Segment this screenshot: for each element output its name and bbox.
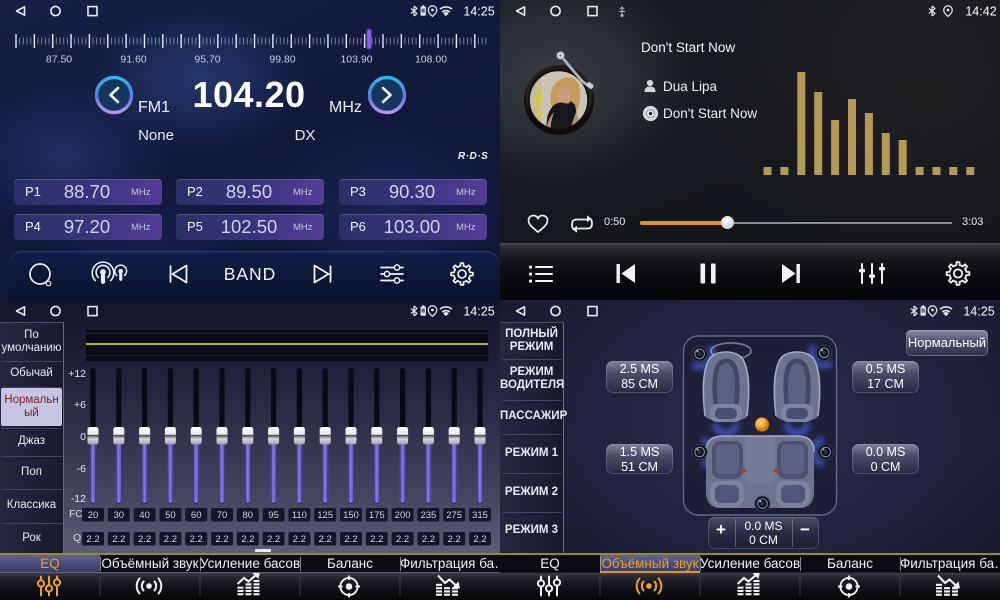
svg-text:2.2: 2.2 xyxy=(138,534,151,545)
svg-text:14:42: 14:42 xyxy=(965,5,996,19)
svg-text:80: 80 xyxy=(243,510,254,521)
svg-text:2.2: 2.2 xyxy=(86,534,99,545)
svg-text:2.2: 2.2 xyxy=(112,534,125,545)
svg-text:60: 60 xyxy=(191,510,202,521)
svg-text:50: 50 xyxy=(165,510,176,521)
svg-text:2.2: 2.2 xyxy=(190,534,203,545)
svg-text:110: 110 xyxy=(292,510,307,521)
svg-text:70: 70 xyxy=(217,510,228,521)
svg-text:2.2: 2.2 xyxy=(370,534,383,545)
svg-text:315: 315 xyxy=(472,510,488,521)
svg-text:235: 235 xyxy=(420,510,436,521)
svg-text:175: 175 xyxy=(369,510,385,521)
svg-text:14:25: 14:25 xyxy=(463,5,494,19)
svg-text:14:25: 14:25 xyxy=(463,305,494,319)
svg-text:87.50: 87.50 xyxy=(46,54,72,66)
svg-text:91.60: 91.60 xyxy=(120,54,146,66)
svg-text:2.2: 2.2 xyxy=(293,534,306,545)
svg-text:2.2: 2.2 xyxy=(473,534,486,545)
svg-text:2.2: 2.2 xyxy=(396,534,409,545)
svg-text:2.2: 2.2 xyxy=(319,534,332,545)
svg-text:103.90: 103.90 xyxy=(340,54,372,66)
svg-text:2.2: 2.2 xyxy=(215,534,228,545)
svg-text:200: 200 xyxy=(395,510,411,521)
svg-text:2.2: 2.2 xyxy=(164,534,177,545)
svg-text:275: 275 xyxy=(446,510,462,521)
svg-text:40: 40 xyxy=(139,510,150,521)
svg-text:2.2: 2.2 xyxy=(267,534,280,545)
svg-text:2.2: 2.2 xyxy=(422,534,435,545)
svg-text:125: 125 xyxy=(317,510,333,521)
svg-text:150: 150 xyxy=(343,510,359,521)
svg-text:20: 20 xyxy=(88,510,99,521)
svg-text:99.80: 99.80 xyxy=(269,54,295,66)
svg-text:BAND: BAND xyxy=(224,264,277,284)
svg-text:95: 95 xyxy=(268,510,279,521)
svg-text:14:25: 14:25 xyxy=(963,305,994,319)
svg-text:2.2: 2.2 xyxy=(448,534,461,545)
svg-text:95.70: 95.70 xyxy=(194,54,220,66)
svg-text:2.2: 2.2 xyxy=(344,534,357,545)
svg-text:30: 30 xyxy=(114,510,125,521)
svg-text:108.00: 108.00 xyxy=(415,54,447,66)
svg-text:2.2: 2.2 xyxy=(241,534,254,545)
